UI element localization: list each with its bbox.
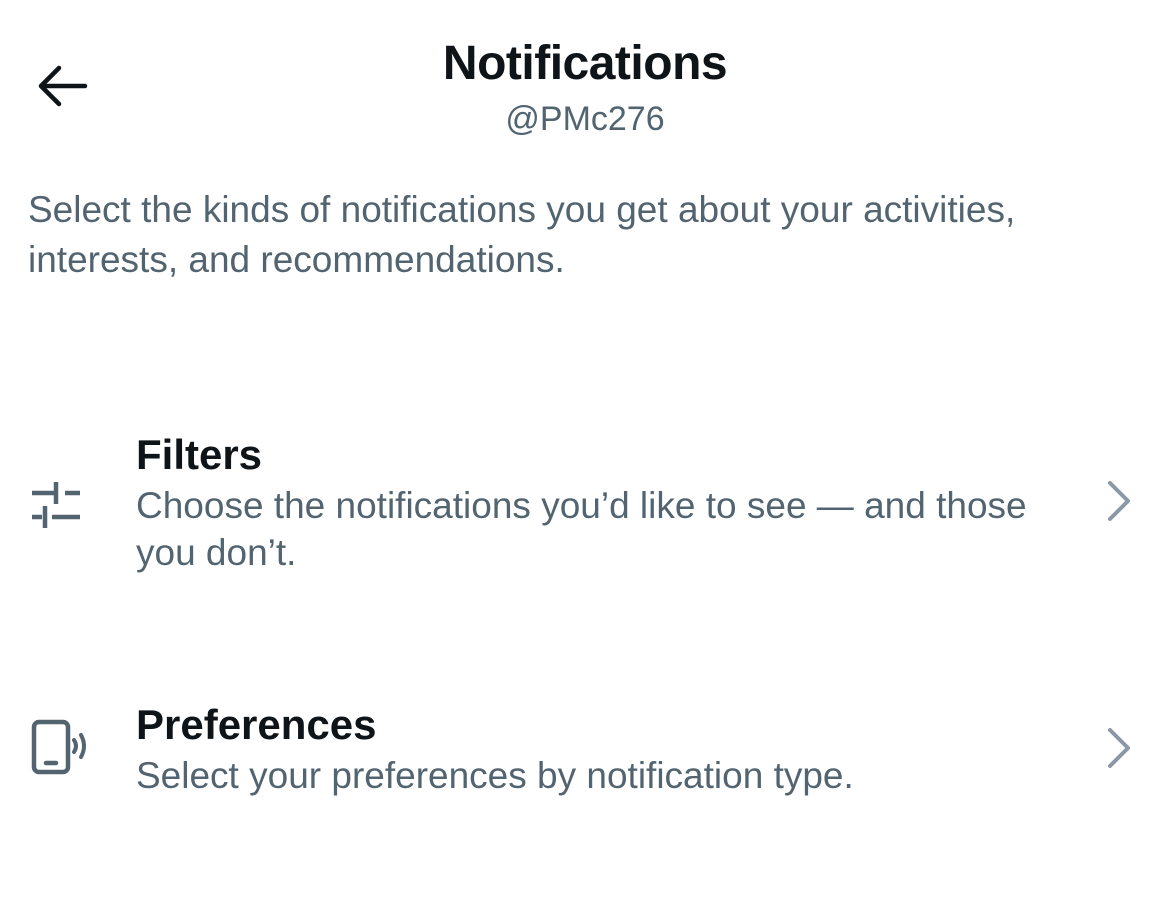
- phone-vibrate-icon: [28, 718, 90, 778]
- chevron-right-icon: [1100, 477, 1136, 525]
- sliders-icon: [28, 477, 86, 533]
- preferences-title: Preferences: [136, 701, 377, 748]
- chevron-right-icon: [1100, 724, 1136, 772]
- filters-title: Filters: [136, 431, 263, 478]
- preferences-description: Select your preferences by notification …: [136, 755, 854, 796]
- filters-description: Choose the notifications you’d like to s…: [136, 485, 1027, 573]
- page-title: Notifications: [442, 37, 728, 90]
- filters-row[interactable]: Filters Choose the notifications you’d l…: [0, 425, 1170, 585]
- top-bar: Notifications @PMc276: [0, 0, 1170, 150]
- page-description: Select the kinds of notifications you ge…: [28, 189, 1016, 280]
- account-handle: @PMc276: [505, 100, 665, 138]
- preferences-row[interactable]: Preferences Select your preferences by n…: [0, 695, 1170, 815]
